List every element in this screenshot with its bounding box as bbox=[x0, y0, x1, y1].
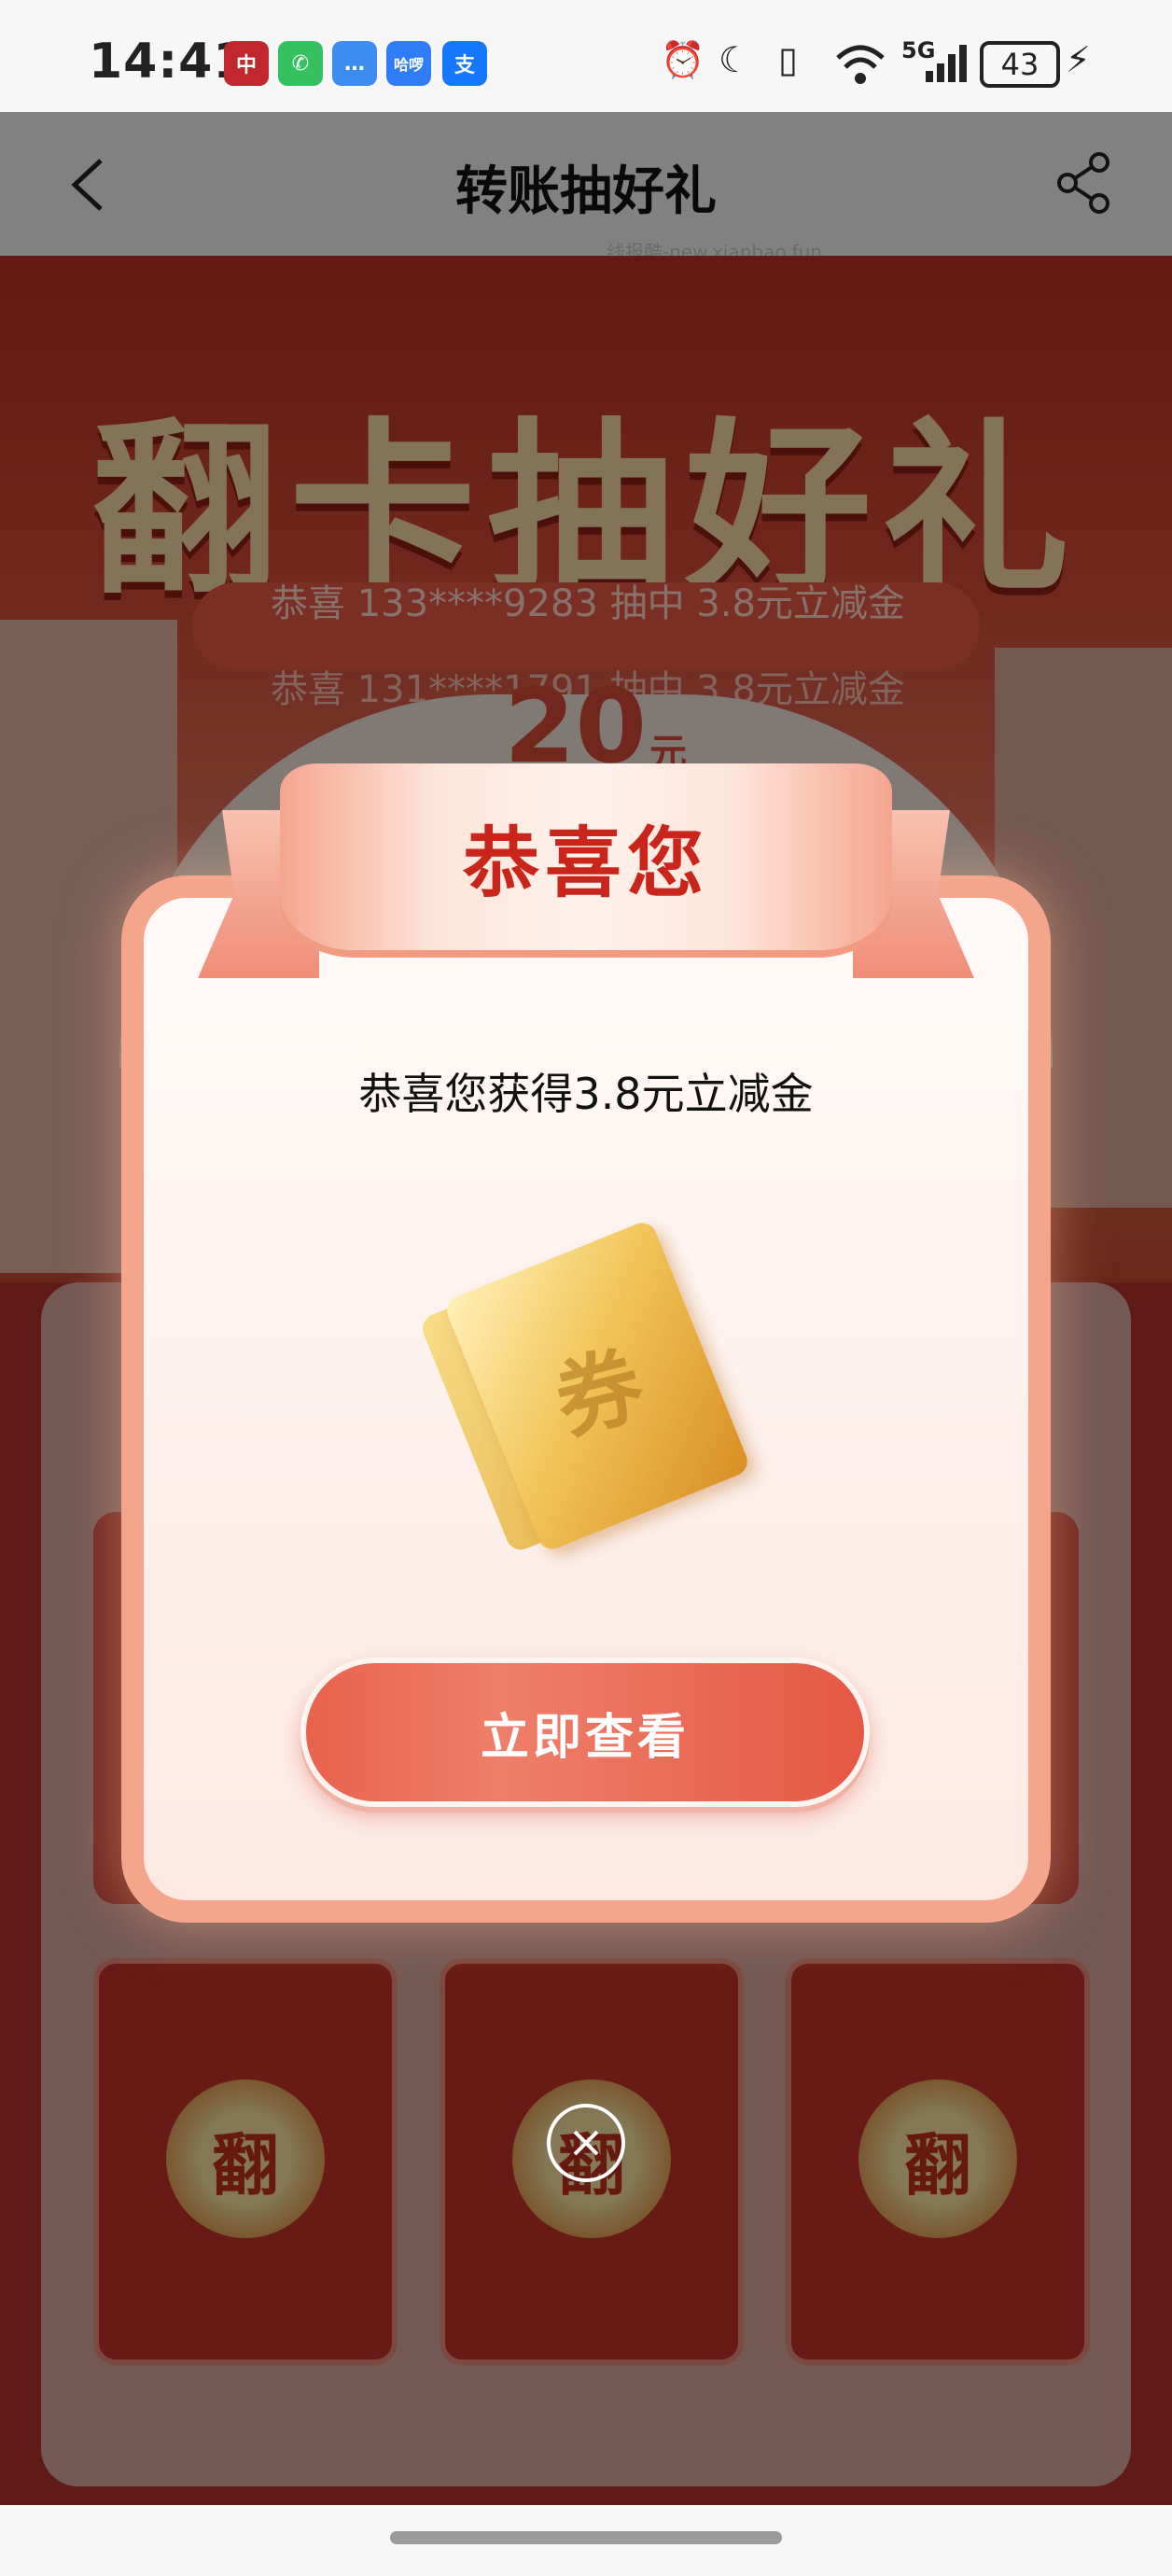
charging-icon: ⚡ bbox=[1066, 39, 1091, 80]
moon-icon: ☾ bbox=[719, 39, 751, 80]
message-icon: … bbox=[332, 41, 377, 86]
wifi-icon bbox=[836, 45, 885, 84]
alarm-icon: ⏰ bbox=[661, 39, 705, 80]
battery-indicator: 43 bbox=[980, 41, 1060, 88]
view-now-button[interactable]: 立即查看 bbox=[300, 1658, 870, 1807]
close-dialog-button[interactable] bbox=[547, 2104, 625, 2182]
wechat-icon: ✆ bbox=[278, 41, 323, 86]
hello-icon: 哈啰 bbox=[386, 41, 431, 86]
prize-message: 恭喜您获得3.8元立减金 bbox=[358, 1069, 814, 1119]
close-icon bbox=[573, 2130, 599, 2156]
home-indicator[interactable] bbox=[390, 2531, 782, 2544]
status-bar: 14:41 中 ✆ … 哈啰 支 ⏰ ☾ ▯ 5G 43 ⚡ bbox=[0, 0, 1172, 112]
vibrate-icon: ▯ bbox=[778, 39, 798, 80]
signal-icon bbox=[926, 45, 967, 82]
boc-icon: 中 bbox=[224, 41, 269, 86]
coupon-label: 券 bbox=[545, 1334, 653, 1452]
alipay-icon: 支 bbox=[442, 41, 487, 86]
dialog-title: 恭喜您 bbox=[462, 819, 709, 908]
